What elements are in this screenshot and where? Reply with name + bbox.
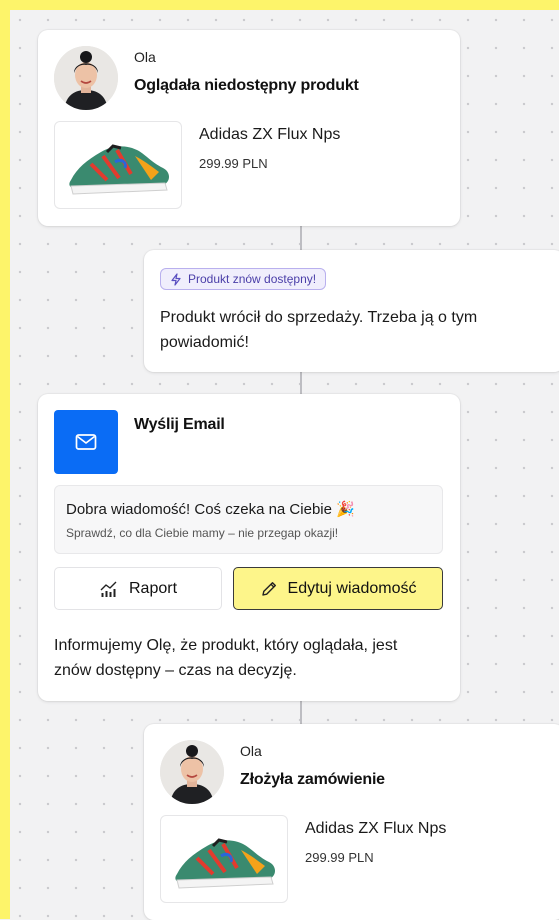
- email-preview-text: Sprawdź, co dla Ciebie mamy – nie przega…: [66, 526, 339, 540]
- edit-button-label: Edytuj wiadomość: [287, 579, 417, 597]
- envelope-icon: [75, 434, 97, 450]
- status-badge: Produkt znów dostępny!: [160, 268, 327, 290]
- product-price: 299.99 PLN: [199, 156, 268, 171]
- action-title: Wyślij Email: [134, 416, 225, 433]
- lightning-icon: [171, 272, 181, 286]
- email-preview[interactable]: Dobra wiadomość! Coś czeka na Ciebie 🎉 S…: [54, 485, 443, 554]
- product-image[interactable]: [160, 815, 288, 903]
- product-price: 299.99 PLN: [305, 850, 374, 865]
- user-name: Ola: [134, 49, 156, 65]
- product-name: Adidas ZX Flux Nps: [199, 126, 341, 143]
- condition-description: Produkt wrócił do sprzedaży. Trzeba ją o…: [160, 309, 478, 351]
- edit-message-button[interactable]: Edytuj wiadomość: [233, 567, 443, 610]
- user-avatar: [160, 740, 224, 804]
- event-title: Oglądała niedostępny produkt: [134, 77, 359, 94]
- action-description: Informujemy Olę, że produkt, który ogląd…: [54, 637, 398, 679]
- report-button-label: Raport: [128, 579, 178, 597]
- event-card-viewed-product[interactable]: Ola Oglądała niedostępny produkt Adidas …: [38, 30, 460, 226]
- event-title: Złożyła zamówienie: [240, 771, 385, 788]
- flow-connector-2: [300, 372, 302, 394]
- badge-label: Produkt znów dostępny!: [188, 272, 317, 286]
- product-name: Adidas ZX Flux Nps: [305, 820, 447, 837]
- flow-connector-3: [300, 701, 302, 724]
- email-action-icon: [54, 410, 118, 474]
- user-name: Ola: [240, 743, 262, 759]
- chart-icon: [100, 581, 117, 597]
- report-button[interactable]: Raport: [54, 567, 222, 610]
- user-avatar: [54, 46, 118, 110]
- product-image[interactable]: [54, 121, 182, 209]
- event-card-placed-order[interactable]: Ola Złożyła zamówienie Adidas ZX Flux Np…: [144, 724, 559, 920]
- action-card-send-email[interactable]: Wyślij Email Dobra wiadomość! Coś czeka …: [38, 394, 460, 701]
- condition-card-back-in-stock[interactable]: Produkt znów dostępny! Produkt wrócił do…: [144, 250, 559, 372]
- email-subject: Dobra wiadomość! Coś czeka na Ciebie 🎉: [66, 501, 355, 518]
- pencil-icon: [261, 581, 276, 596]
